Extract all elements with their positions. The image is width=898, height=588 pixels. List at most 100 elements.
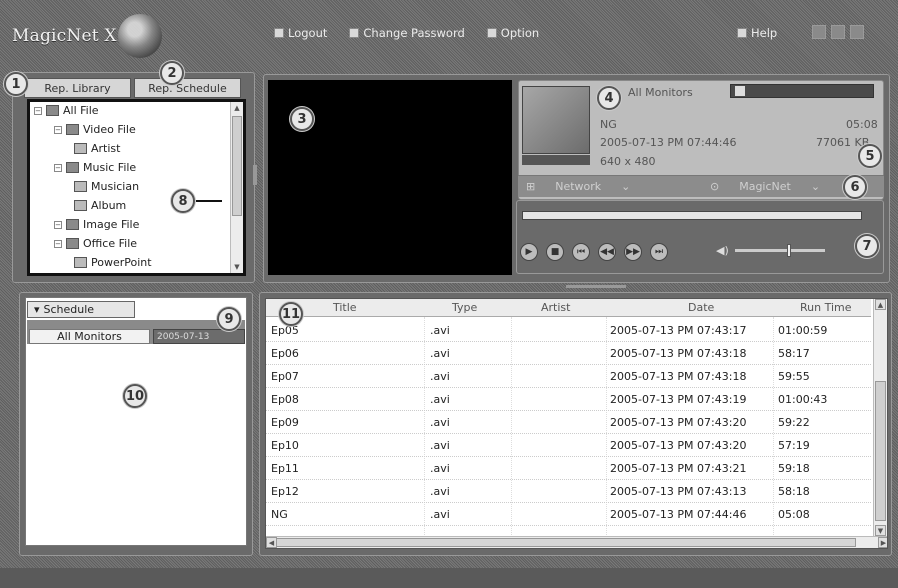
cell-run-time: 58:18	[778, 485, 810, 498]
schedule-tab[interactable]: ▾ Schedule	[27, 301, 135, 318]
table-row[interactable]: Ep05 .avi 2005-07-13 PM 07:43:17 01:00:59	[266, 319, 871, 342]
rep-library-button[interactable]: Rep. Library	[24, 78, 131, 98]
tree-item[interactable]: − Office File	[54, 237, 137, 250]
tree-item[interactable]: − Image File	[54, 218, 139, 231]
schedule-date-picker[interactable]: 2005-07-13	[153, 329, 245, 344]
rep-schedule-button[interactable]: Rep. Schedule	[134, 78, 241, 98]
monitor-selector[interactable]	[730, 84, 874, 98]
key-icon	[349, 28, 360, 38]
cell-title: Ep09	[271, 416, 299, 429]
column-title[interactable]: Title	[333, 301, 357, 314]
fast-forward-button[interactable]: ▶▶	[624, 243, 642, 261]
table-row[interactable]: Ep12 .avi 2005-07-13 PM 07:43:13 58:18	[266, 480, 871, 503]
column-artist[interactable]: Artist	[541, 301, 570, 314]
help-button[interactable]: Help	[737, 26, 777, 40]
next-button[interactable]: ⏭	[650, 243, 668, 261]
tree-item[interactable]: Musician	[74, 180, 139, 193]
scroll-up-icon[interactable]: ▲	[232, 102, 242, 114]
office-folder-icon	[66, 238, 79, 249]
cell-date: 2005-07-13 PM 07:43:18	[610, 347, 747, 360]
table-hscroll-thumb[interactable]	[276, 538, 856, 547]
cell-type: .avi	[430, 347, 450, 360]
scroll-right-icon[interactable]: ▶	[878, 537, 887, 548]
file-tree: − All File − Video File Artist − Music File Mus…	[27, 99, 246, 276]
vertical-splitter[interactable]	[253, 165, 257, 185]
tree-scroll-thumb[interactable]	[232, 116, 242, 216]
stop-button[interactable]: ■	[546, 243, 564, 261]
cell-date: 2005-07-13 PM 07:44:46	[610, 508, 747, 521]
collapse-icon[interactable]: −	[54, 163, 62, 172]
column-type[interactable]: Type	[452, 301, 477, 314]
cell-title: Ep11	[271, 462, 299, 475]
help-label: Help	[751, 26, 778, 40]
chevron-down-icon: ⌄	[810, 180, 821, 193]
status-bar	[0, 568, 898, 588]
cell-run-time: 57:19	[778, 439, 810, 452]
tree-item[interactable]: − Video File	[54, 123, 136, 136]
volume-slider[interactable]	[734, 244, 825, 257]
table-row[interactable]: Ep09 .avi 2005-07-13 PM 07:43:20 59:22	[266, 411, 871, 434]
callout-line	[196, 200, 222, 202]
scroll-down-icon[interactable]: ▼	[232, 261, 242, 273]
magicnet-select[interactable]: ⊙ MagicNet ⌄	[710, 180, 820, 193]
volume-control[interactable]: ◀)	[716, 244, 825, 257]
file-resolution: 640 x 480	[600, 155, 656, 168]
minimize-button[interactable]	[812, 25, 826, 39]
cell-run-time: 01:00:59	[778, 324, 828, 337]
file-duration: 05:08	[846, 118, 878, 131]
cell-type: .avi	[430, 416, 450, 429]
cell-type: .avi	[430, 370, 450, 383]
table-row[interactable]: Ep06 .avi 2005-07-13 PM 07:43:18 58:17	[266, 342, 871, 365]
cell-type: .avi	[430, 485, 450, 498]
close-button[interactable]	[850, 25, 864, 39]
table-scroll-thumb[interactable]	[875, 381, 886, 521]
rewind-button[interactable]: ◀◀	[598, 243, 616, 261]
column-date[interactable]: Date	[688, 301, 714, 314]
table-horizontal-scrollbar[interactable]: ◀ ▶	[266, 536, 887, 548]
cell-date: 2005-07-13 PM 07:43:18	[610, 370, 747, 383]
collapse-icon[interactable]: −	[54, 125, 62, 134]
cell-date: 2005-07-13 PM 07:43:20	[610, 416, 747, 429]
horizontal-splitter[interactable]	[566, 285, 626, 288]
table-row[interactable]: Ep11 .avi 2005-07-13 PM 07:43:21 59:18	[266, 457, 871, 480]
playback-progress-bar[interactable]	[522, 211, 862, 220]
table-row[interactable]: Ep10 .avi 2005-07-13 PM 07:43:20 57:19	[266, 434, 871, 457]
column-run-time[interactable]: Run Time	[800, 301, 852, 314]
option-button[interactable]: Option	[486, 26, 539, 40]
marker-6: 6	[843, 175, 867, 199]
tree-item[interactable]: PowerPoint	[74, 256, 152, 269]
marker-3: 3	[290, 107, 314, 131]
collapse-icon[interactable]: −	[54, 239, 62, 248]
maximize-button[interactable]	[831, 25, 845, 39]
table-header: Title Type Artist Date Run Time	[266, 299, 871, 317]
chevron-down-icon: ⌄	[621, 180, 631, 193]
image-folder-icon	[66, 219, 79, 230]
tree-scrollbar[interactable]: ▲ ▼	[230, 102, 243, 273]
collapse-icon[interactable]: −	[54, 220, 62, 229]
table-vertical-scrollbar[interactable]: ▲ ▼	[873, 299, 887, 536]
tree-item[interactable]: Album	[74, 199, 126, 212]
table-row[interactable]: Ep07 .avi 2005-07-13 PM 07:43:18 59:55	[266, 365, 871, 388]
magicnet-icon: ⊙	[710, 180, 720, 193]
all-monitors-button[interactable]: All Monitors	[29, 329, 150, 344]
file-table: Title Type Artist Date Run Time Ep05 .avi…	[265, 298, 888, 549]
play-pause-button[interactable]: ▶	[520, 243, 538, 261]
schedule-tab-label: Schedule	[43, 303, 95, 316]
table-row[interactable]: Ep08 .avi 2005-07-13 PM 07:43:19 01:00:43	[266, 388, 871, 411]
top-bar: MagicNet X Logout Change Password Option…	[0, 0, 898, 64]
volume-knob[interactable]	[786, 244, 791, 257]
scroll-up-icon[interactable]: ▲	[875, 299, 886, 310]
tree-item[interactable]: Artist	[74, 142, 120, 155]
table-row[interactable]: NG .avi 2005-07-13 PM 07:44:46 05:08	[266, 503, 871, 526]
tree-item[interactable]: − Music File	[54, 161, 136, 174]
cell-date: 2005-07-13 PM 07:43:21	[610, 462, 747, 475]
network-select[interactable]: ⊞ Network ⌄	[526, 180, 630, 193]
scroll-down-icon[interactable]: ▼	[875, 525, 886, 536]
logout-button[interactable]: Logout	[274, 26, 327, 40]
cell-title: NG	[271, 508, 288, 521]
previous-button[interactable]: ⏮	[572, 243, 590, 261]
tree-item[interactable]: − All File	[34, 104, 99, 117]
change-password-button[interactable]: Change Password	[349, 26, 465, 40]
collapse-icon[interactable]: −	[34, 106, 42, 115]
magicnet-label: MagicNet	[739, 180, 791, 193]
